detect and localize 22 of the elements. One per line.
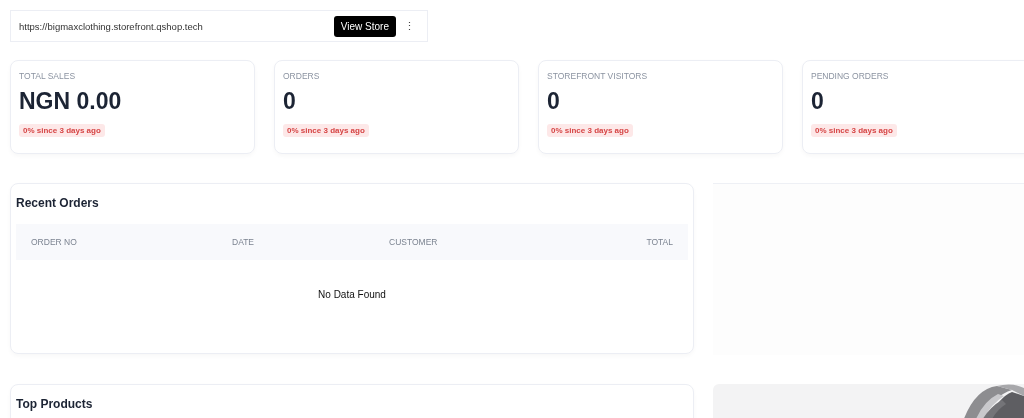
stat-label: TOTAL SALES [19,71,76,81]
stat-label: PENDING ORDERS [811,71,889,81]
stat-value: 0 [283,88,296,115]
card-title: Top Products [16,397,94,411]
stat-value: 0 [547,88,560,115]
view-store-button[interactable]: View Store [333,15,396,37]
stat-value: 0 [811,88,824,115]
card-title: Recent Orders [16,196,100,210]
stat-label: STOREFRONT VISITORS [547,71,648,81]
stat-label: ORDERS [283,71,320,81]
store-url[interactable]: https://bigmaxclothing.storefront.qshop.tech [19,20,334,32]
change-badge: 0% since 3 days ago [283,124,369,137]
empty-message: No Data Found [318,289,386,300]
change-badge: 0% since 3 days ago [547,124,633,137]
more-menu-button[interactable]: ⋮ [400,19,419,33]
column-header: TOTAL [646,237,673,247]
column-header: DATE [232,237,256,247]
change-badge: 0% since 3 days ago [19,124,105,137]
change-badge: 0% since 3 days ago [811,124,897,137]
column-header: ORDER NO [31,237,78,247]
column-header: CUSTOMER [389,237,439,247]
stat-value: NGN 0.00 [19,88,122,115]
